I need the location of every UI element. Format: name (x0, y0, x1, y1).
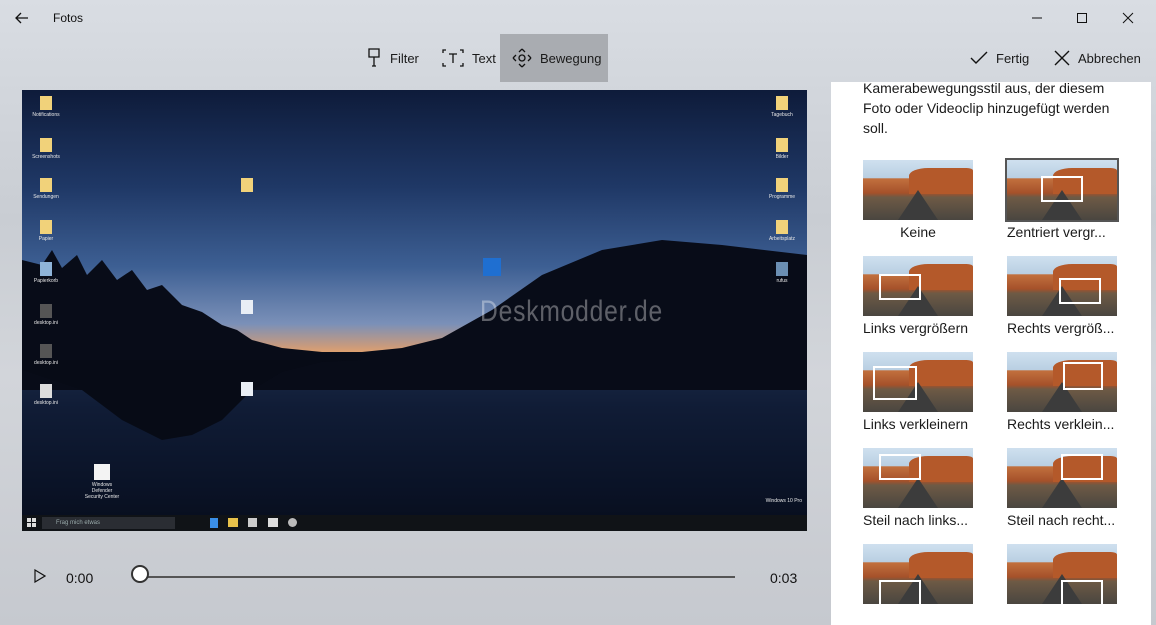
motion-styles-panel: Kamerabewegungsstil aus, der diesem Foto… (831, 82, 1151, 625)
photo-preview: Deskmodder.de Notifications Screenshots … (22, 90, 807, 531)
arrow-left-icon (15, 12, 28, 24)
motion-option-zoom-center[interactable]: Zentriert vergr... (1005, 158, 1125, 240)
motion-option-none[interactable]: Keine (863, 160, 981, 240)
desktop-icon[interactable]: Sendungen (32, 178, 60, 200)
motion-option-more-1[interactable] (863, 544, 981, 608)
option-label: Links verkleinern (863, 416, 969, 432)
current-time: 0:00 (66, 570, 94, 586)
filter-label: Filter (390, 50, 419, 66)
text-button[interactable]: Text (438, 34, 500, 82)
motion-option-zoom-left[interactable]: Links vergrößern (863, 256, 981, 336)
option-thumbnail (863, 544, 973, 604)
option-label: Steil nach recht... (1007, 512, 1116, 528)
text-label: Text (472, 50, 496, 66)
defender-shield-icon[interactable] (478, 258, 506, 278)
maximize-icon (1077, 13, 1087, 23)
recycle-bin-icon[interactable]: Papierkorb (32, 262, 60, 284)
close-icon (1122, 12, 1134, 24)
cancel-label: Abbrechen (1078, 50, 1141, 66)
explorer-icon[interactable] (228, 518, 238, 527)
move-arrows-icon (512, 48, 532, 68)
watermark-text: Deskmodder.de (480, 295, 663, 328)
store-icon[interactable] (248, 518, 257, 527)
settings-gear-icon[interactable] (288, 518, 297, 527)
cancel-x-icon (1054, 50, 1070, 66)
option-thumbnail (1005, 158, 1119, 222)
motion-option-tilt-left[interactable]: Steil nach links... (863, 448, 981, 528)
desktop-icon[interactable] (227, 382, 267, 398)
cancel-button[interactable]: Abbrechen (1054, 34, 1141, 82)
option-thumbnail (863, 448, 973, 508)
desktop-icon[interactable]: desktop.ini (32, 344, 60, 366)
option-label: Links vergrößern (863, 320, 969, 336)
checkmark-icon (970, 51, 988, 64)
panel-description: Kamerabewegungsstil aus, der diesem Foto… (863, 82, 1110, 136)
motion-option-zoom-right[interactable]: Rechts vergröß... (1007, 256, 1125, 336)
desktop-icon[interactable] (227, 178, 267, 194)
windows-version-text: Windows 10 Pro (765, 498, 802, 504)
option-thumbnail (1007, 544, 1117, 604)
minimize-icon (1032, 17, 1042, 19)
desktop-icon[interactable]: Programme (768, 178, 796, 200)
motion-button[interactable]: Bewegung (500, 34, 608, 82)
minimize-button[interactable] (1014, 0, 1060, 36)
filter-button[interactable]: Filter (362, 34, 423, 82)
play-icon[interactable] (34, 569, 46, 583)
maximize-button[interactable] (1059, 0, 1105, 36)
filter-brush-icon (368, 48, 380, 67)
option-thumbnail (863, 160, 973, 220)
done-label: Fertig (996, 50, 1030, 66)
motion-option-tilt-right[interactable]: Steil nach recht... (1007, 448, 1125, 528)
desktop-icon[interactable]: Bilder (768, 138, 796, 160)
title-bar: Fotos (0, 0, 1156, 36)
mail-icon[interactable] (268, 518, 278, 527)
edge-icon[interactable] (210, 518, 218, 528)
option-thumbnail (863, 352, 973, 412)
defender-shield-icon[interactable]: Windows Defender Security Center (82, 464, 122, 500)
done-button[interactable]: Fertig (970, 34, 1029, 82)
option-thumbnail (1007, 352, 1117, 412)
option-label: Keine (900, 224, 936, 240)
app-title: Fotos (53, 11, 84, 25)
desktop-icon[interactable]: Papier (32, 220, 60, 242)
timeline-thumb[interactable] (131, 565, 149, 583)
desktop-icon[interactable]: rufus (768, 262, 796, 284)
taskbar-search-box[interactable]: Frag mich etwas (42, 517, 175, 529)
motion-label: Bewegung (540, 50, 602, 66)
option-label: Rechts verklein... (1007, 416, 1115, 432)
desktop-icon[interactable]: Screenshots (32, 138, 60, 160)
close-button[interactable] (1105, 0, 1151, 36)
option-label: Steil nach links... (863, 512, 969, 528)
windows-start-icon[interactable] (27, 518, 37, 528)
option-thumbnail (863, 256, 973, 316)
motion-option-shrink-right[interactable]: Rechts verklein... (1007, 352, 1125, 432)
option-label: Zentriert vergr... (1007, 224, 1106, 240)
back-button[interactable] (10, 6, 34, 30)
option-thumbnail (1007, 256, 1117, 316)
taskbar: Frag mich etwas (22, 515, 807, 531)
desktop-icon[interactable]: Arbeitsplatz (768, 220, 796, 242)
total-time: 0:03 (770, 570, 798, 586)
timeline-track[interactable] (142, 576, 735, 578)
option-thumbnail (1007, 448, 1117, 508)
desktop-icon[interactable]: Notifications (32, 96, 60, 118)
option-label: Rechts vergröß... (1007, 320, 1115, 336)
landscape-silhouette (22, 240, 807, 515)
desktop-icon[interactable] (227, 300, 267, 316)
playback-controls: 0:00 0:03 (22, 555, 812, 599)
motion-option-shrink-left[interactable]: Links verkleinern (863, 352, 981, 432)
text-icon (442, 49, 464, 67)
desktop-icon[interactable]: desktop.ini (32, 384, 60, 406)
desktop-icon[interactable]: desktop.ini (32, 304, 60, 326)
motion-option-more-2[interactable] (1007, 544, 1125, 608)
desktop-icon[interactable]: Tagebuch (768, 96, 796, 118)
